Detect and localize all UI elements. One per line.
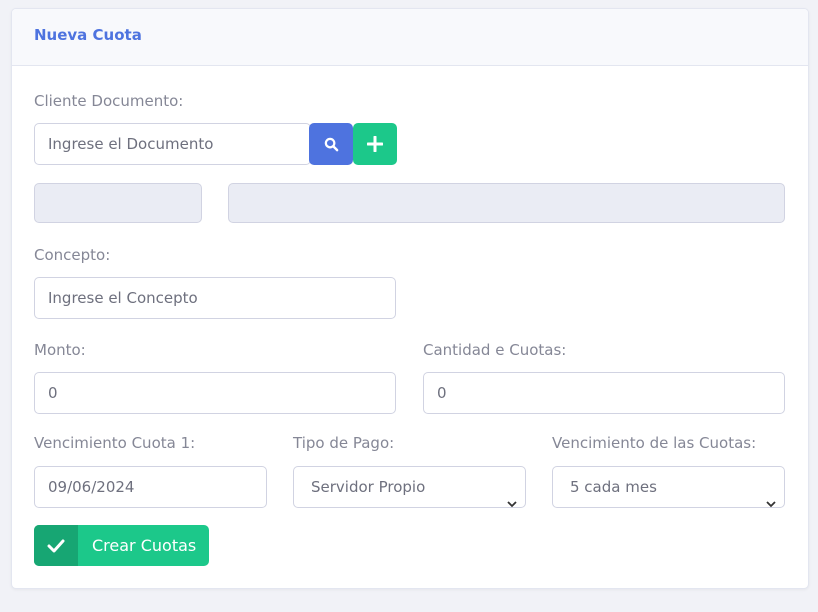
installments-count-input[interactable] — [423, 372, 785, 414]
concept-input[interactable] — [34, 277, 396, 319]
add-client-button[interactable] — [353, 123, 397, 165]
client-document-input[interactable] — [34, 123, 311, 165]
card-title: Nueva Cuota — [34, 26, 142, 44]
payment-type-selected: Servidor Propio — [311, 478, 426, 496]
installments-due-label: Vencimiento de las Cuotas: — [552, 434, 757, 452]
amount-input[interactable] — [34, 372, 396, 414]
check-icon — [34, 525, 78, 566]
first-due-date-input[interactable] — [34, 466, 267, 508]
plus-icon — [367, 136, 383, 152]
create-installments-button[interactable]: Crear Cuotas — [34, 525, 209, 566]
installments-count-label: Cantidad e Cuotas: — [423, 341, 567, 359]
payment-type-select[interactable]: Servidor Propio — [293, 466, 526, 508]
search-icon — [324, 137, 339, 152]
client-name-readonly-field — [228, 183, 785, 223]
chevron-down-icon — [507, 483, 517, 508]
search-client-button[interactable] — [309, 123, 353, 165]
amount-label: Monto: — [34, 341, 86, 359]
chevron-down-icon — [766, 483, 776, 508]
installments-due-select[interactable]: 5 cada mes — [552, 466, 785, 508]
concept-label: Concepto: — [34, 246, 111, 264]
payment-type-label: Tipo de Pago: — [293, 434, 395, 452]
new-installment-card: Nueva Cuota Cliente Documento: Concepto:… — [11, 8, 809, 589]
installments-due-selected: 5 cada mes — [570, 478, 657, 496]
client-id-readonly-field — [34, 183, 202, 223]
create-installments-label: Crear Cuotas — [92, 536, 197, 555]
first-due-date-label: Vencimiento Cuota 1: — [34, 434, 196, 452]
card-header: Nueva Cuota — [12, 9, 808, 66]
client-document-label: Cliente Documento: — [34, 92, 184, 110]
